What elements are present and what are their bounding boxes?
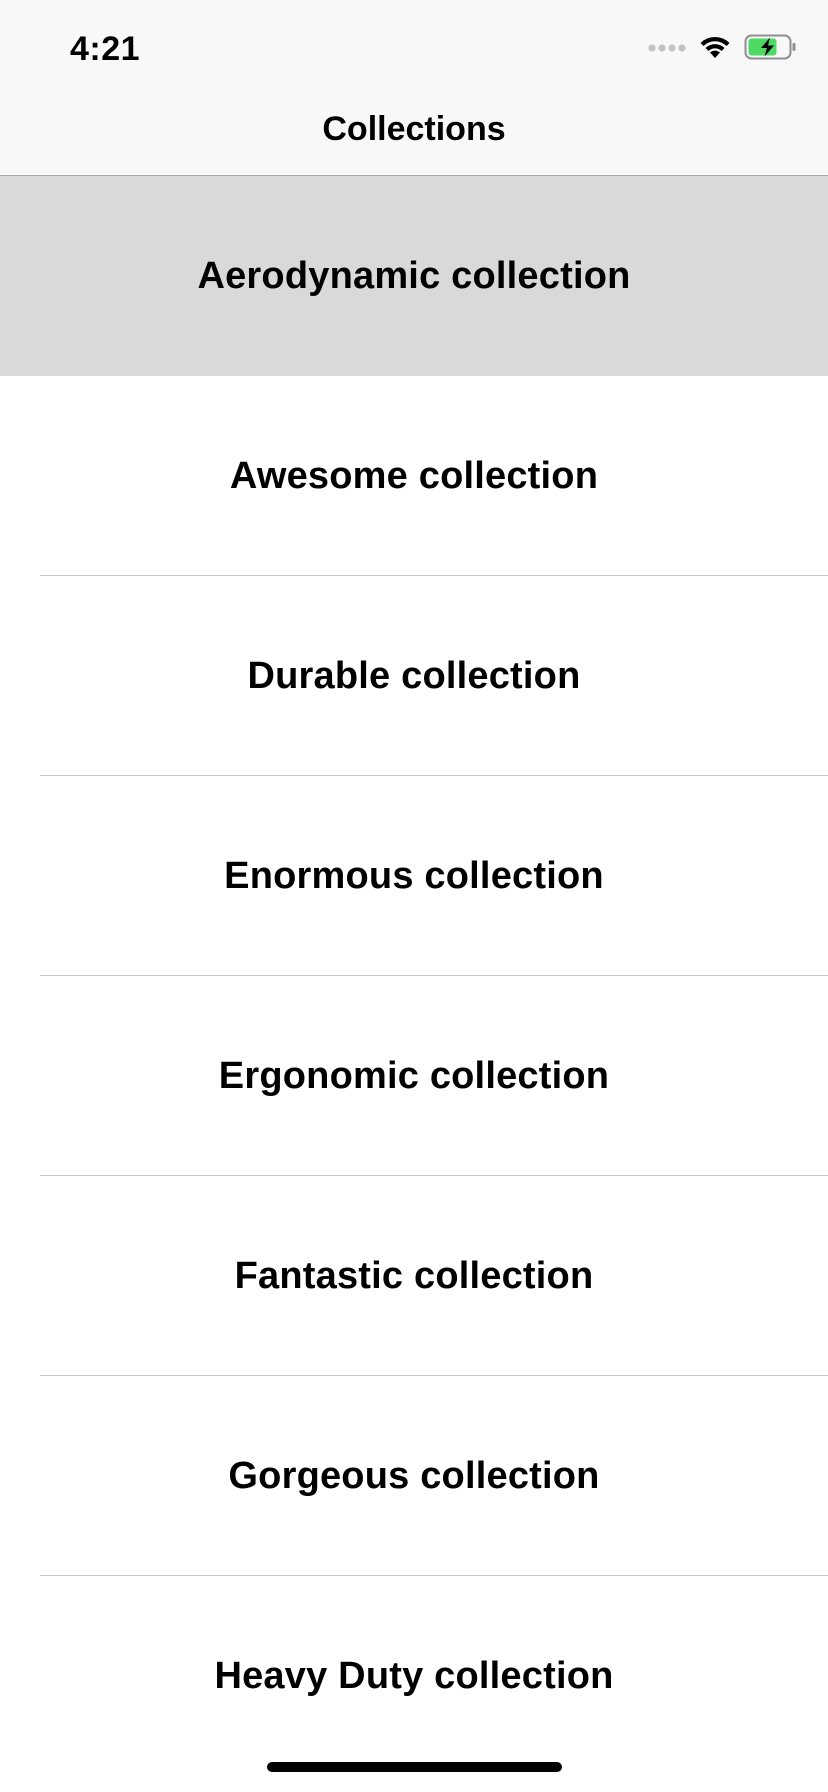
home-indicator[interactable] bbox=[267, 1762, 562, 1772]
list-item-collection[interactable]: Awesome collection bbox=[0, 376, 828, 576]
list-item-collection[interactable]: Durable collection bbox=[0, 576, 828, 776]
list-item-label: Heavy Duty collection bbox=[214, 1654, 614, 1697]
list-item-label: Enormous collection bbox=[224, 854, 604, 897]
list-item-collection[interactable]: Ergonomic collection bbox=[0, 976, 828, 1176]
status-time: 4:21 bbox=[70, 30, 141, 68]
page-title: Collections bbox=[322, 110, 506, 148]
list-item-label: Awesome collection bbox=[229, 454, 599, 497]
status-bar: 4:21 bbox=[0, 0, 828, 88]
list-item-collection[interactable]: Heavy Duty collection bbox=[0, 1576, 828, 1776]
list-item-collection[interactable]: Fantastic collection bbox=[0, 1176, 828, 1376]
list-item-label: Durable collection bbox=[247, 654, 581, 697]
list-item-collection[interactable]: Gorgeous collection bbox=[0, 1376, 828, 1576]
battery-charging-icon bbox=[744, 34, 798, 65]
list-item-label: Ergonomic collection bbox=[218, 1054, 610, 1097]
status-icons bbox=[648, 34, 798, 64]
navigation-bar: Collections bbox=[0, 88, 828, 176]
list-item-collection[interactable]: Enormous collection bbox=[0, 776, 828, 976]
wifi-icon bbox=[698, 34, 732, 65]
list-item-collection[interactable]: Aerodynamic collection bbox=[0, 176, 828, 376]
collections-list: Aerodynamic collection Awesome collectio… bbox=[0, 176, 828, 1776]
list-item-label: Aerodynamic collection bbox=[197, 254, 631, 297]
cellular-signal-icon bbox=[648, 40, 686, 58]
list-item-label: Fantastic collection bbox=[234, 1254, 594, 1297]
list-item-label: Gorgeous collection bbox=[228, 1454, 600, 1497]
